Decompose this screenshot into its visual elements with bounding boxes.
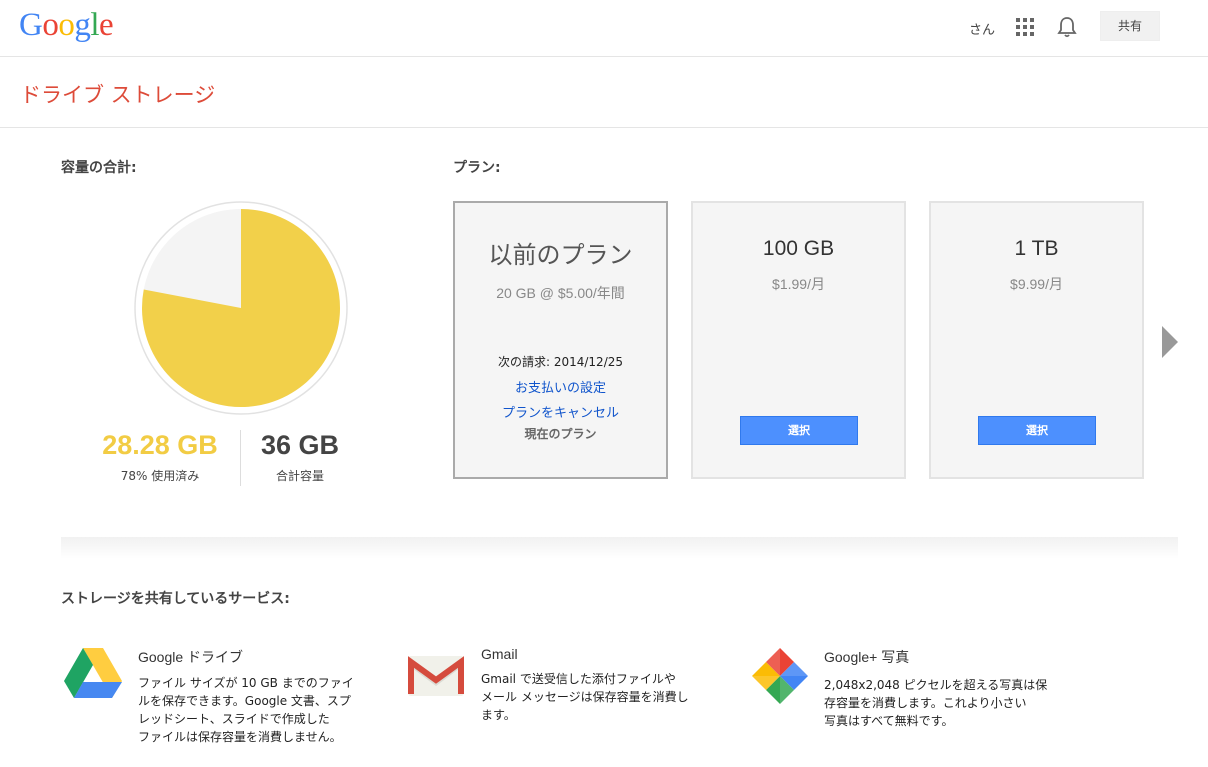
current-plan-name: 以前のプラン (488, 242, 633, 269)
description-line: Gmail で送受信した添付ファイルや (481, 672, 676, 686)
used-storage-caption: 78% 使用済み (120, 469, 200, 483)
description-line: ます。 (481, 708, 516, 722)
description-line: 2,048x2,048 ピクセルを超える写真は保 (824, 678, 1048, 692)
description-line: 写真はすべて無料です。 (824, 714, 954, 728)
description-line: メール メッセージは保存容量を消費し (481, 690, 689, 704)
logo-letter: l (90, 7, 100, 43)
share-button[interactable]: 共有 (1100, 11, 1160, 41)
select-plan-button[interactable]: 選択 (740, 416, 858, 445)
service-description: ファイル サイズが 10 GB までのファイ ルを保存できます。Google 文… (138, 674, 354, 746)
gmail-icon (408, 656, 464, 700)
google-drive-icon (64, 648, 122, 704)
logo-letter: G (19, 7, 43, 43)
service-description: Gmail で送受信した添付ファイルや メール メッセージは保存容量を消費し ま… (481, 670, 689, 724)
services-section-label: ストレージを共有しているサービス: (61, 591, 290, 607)
storage-pie-chart (134, 201, 348, 415)
apps-grid-icon[interactable] (1016, 18, 1034, 36)
google-photos-icon (748, 644, 812, 712)
service-title: Gmail (481, 646, 518, 662)
description-line: ルを保存できます。Google 文書、スプ (138, 694, 351, 708)
plan-name: 100 GB (762, 237, 835, 260)
current-plan-price: 20 GB @ $5.00/年間 (496, 285, 625, 301)
cancel-plan-link[interactable]: プランをキャンセル (455, 402, 666, 421)
service-description: 2,048x2,048 ピクセルを超える写真は保 存容量を消費します。これより小… (824, 676, 1047, 730)
description-line: レッドシート、スライドで作成した (138, 712, 330, 726)
top-bar: Google さん 共有 (0, 0, 1208, 57)
storage-section-label: 容量の合計: (61, 160, 137, 176)
plans-section-label: プラン: (453, 160, 501, 176)
next-billing-date: 次の請求: 2014/12/25 (497, 355, 624, 369)
page-header: ドライブ ストレージ (0, 57, 1208, 128)
google-logo[interactable]: Google (19, 7, 114, 44)
plan-price: $1.99/月 (772, 276, 825, 292)
current-plan-status: 現在のプラン (524, 427, 597, 441)
service-title: Google ドライブ (138, 649, 244, 665)
page-title: ドライブ ストレージ (20, 83, 216, 107)
current-plan-card: 以前のプラン 20 GB @ $5.00/年間 次の請求: 2014/12/25… (453, 201, 668, 479)
logo-letter: o (58, 7, 75, 43)
logo-letter: e (99, 7, 114, 43)
bell-icon[interactable] (1057, 16, 1077, 38)
payment-settings-link[interactable]: お支払いの設定 (455, 377, 666, 396)
description-line: 存容量を消費します。これより小さい (824, 696, 1027, 710)
plan-name: 1 TB (1014, 237, 1059, 260)
used-storage-value: 28.28 GB (102, 430, 218, 460)
select-plan-button[interactable]: 選択 (978, 416, 1096, 445)
plan-card-100gb: 100 GB $1.99/月 選択 (691, 201, 906, 479)
description-line: ファイルは保存容量を消費しません。 (138, 730, 342, 744)
section-separator (61, 537, 1178, 559)
logo-letter: g (74, 7, 91, 43)
storage-divider (240, 430, 241, 486)
plan-card-1tb: 1 TB $9.99/月 選択 (929, 201, 1144, 479)
plan-price: $9.99/月 (1010, 276, 1063, 292)
total-storage-value: 36 GB (260, 430, 340, 460)
chevron-right-icon[interactable] (1161, 325, 1179, 359)
logo-letter: o (42, 7, 59, 43)
total-storage-caption: 合計容量 (275, 469, 324, 483)
description-line: ファイル サイズが 10 GB までのファイ (138, 676, 354, 690)
user-name-link[interactable]: さん (969, 19, 995, 38)
service-title: Google+ 写真 (824, 649, 910, 665)
